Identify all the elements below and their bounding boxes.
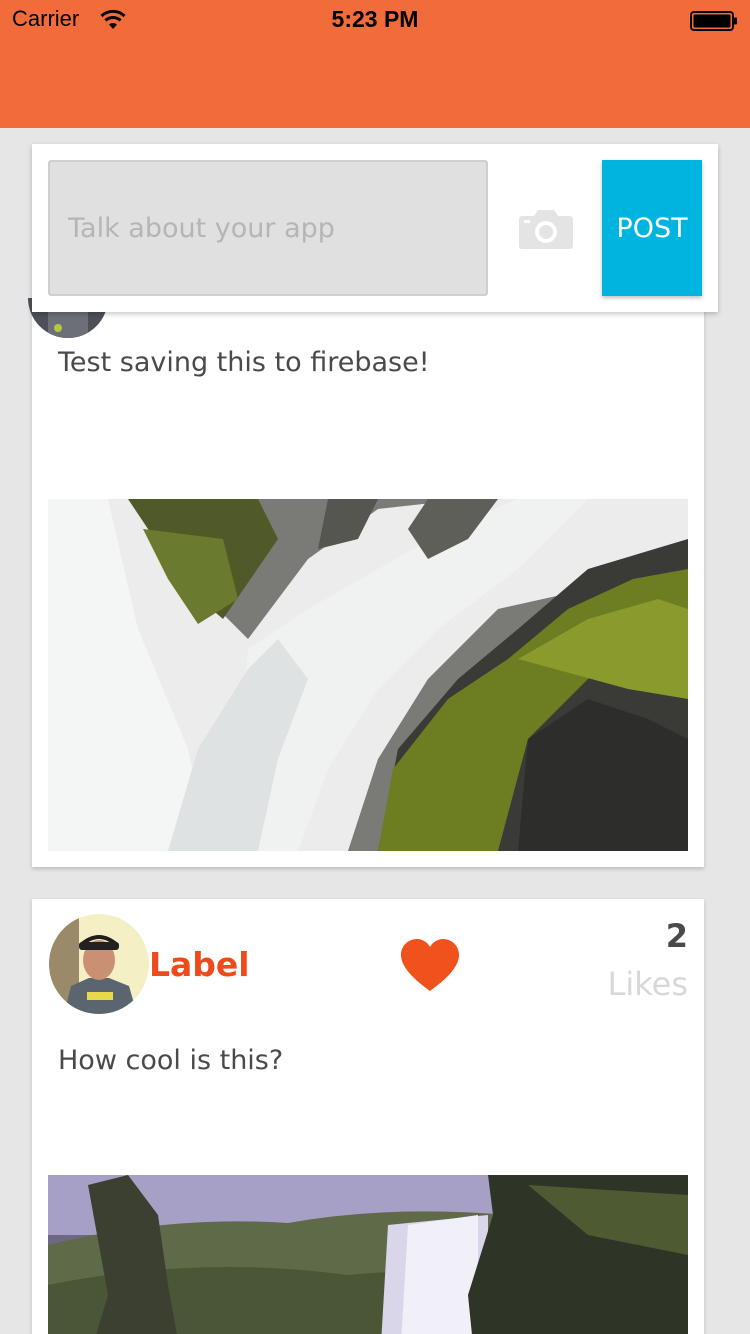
post-image-waterfall-closeup[interactable] — [48, 499, 688, 851]
post-card: Label 2 Likes How cool is this? — [32, 899, 704, 1334]
navigation-bar: Carrier 5:23 PM — [0, 0, 750, 128]
status-time: 5:23 PM — [331, 6, 419, 32]
battery-icon — [690, 11, 737, 31]
post-caption: How cool is this? — [58, 1045, 284, 1076]
post-caption: Test saving this to firebase! — [58, 347, 430, 378]
camera-icon[interactable] — [518, 206, 574, 250]
post-image-waterfall-valley[interactable] — [48, 1175, 688, 1334]
status-bar: Carrier 5:23 PM — [0, 0, 750, 40]
likes-label: Likes — [607, 965, 688, 1003]
avatar[interactable] — [49, 914, 149, 1014]
post-text-input[interactable] — [48, 160, 488, 296]
heart-icon[interactable] — [399, 937, 461, 993]
post-card: Test saving this to firebase! — [32, 304, 704, 867]
waterfall-closeup-photo — [48, 499, 688, 851]
avatar-image — [49, 914, 149, 1014]
waterfall-valley-photo — [48, 1175, 688, 1334]
post-author[interactable]: Label — [149, 945, 250, 984]
post-button[interactable]: POST — [602, 160, 702, 296]
post-composer: POST — [32, 144, 718, 312]
likes-count: 2 — [665, 917, 688, 955]
